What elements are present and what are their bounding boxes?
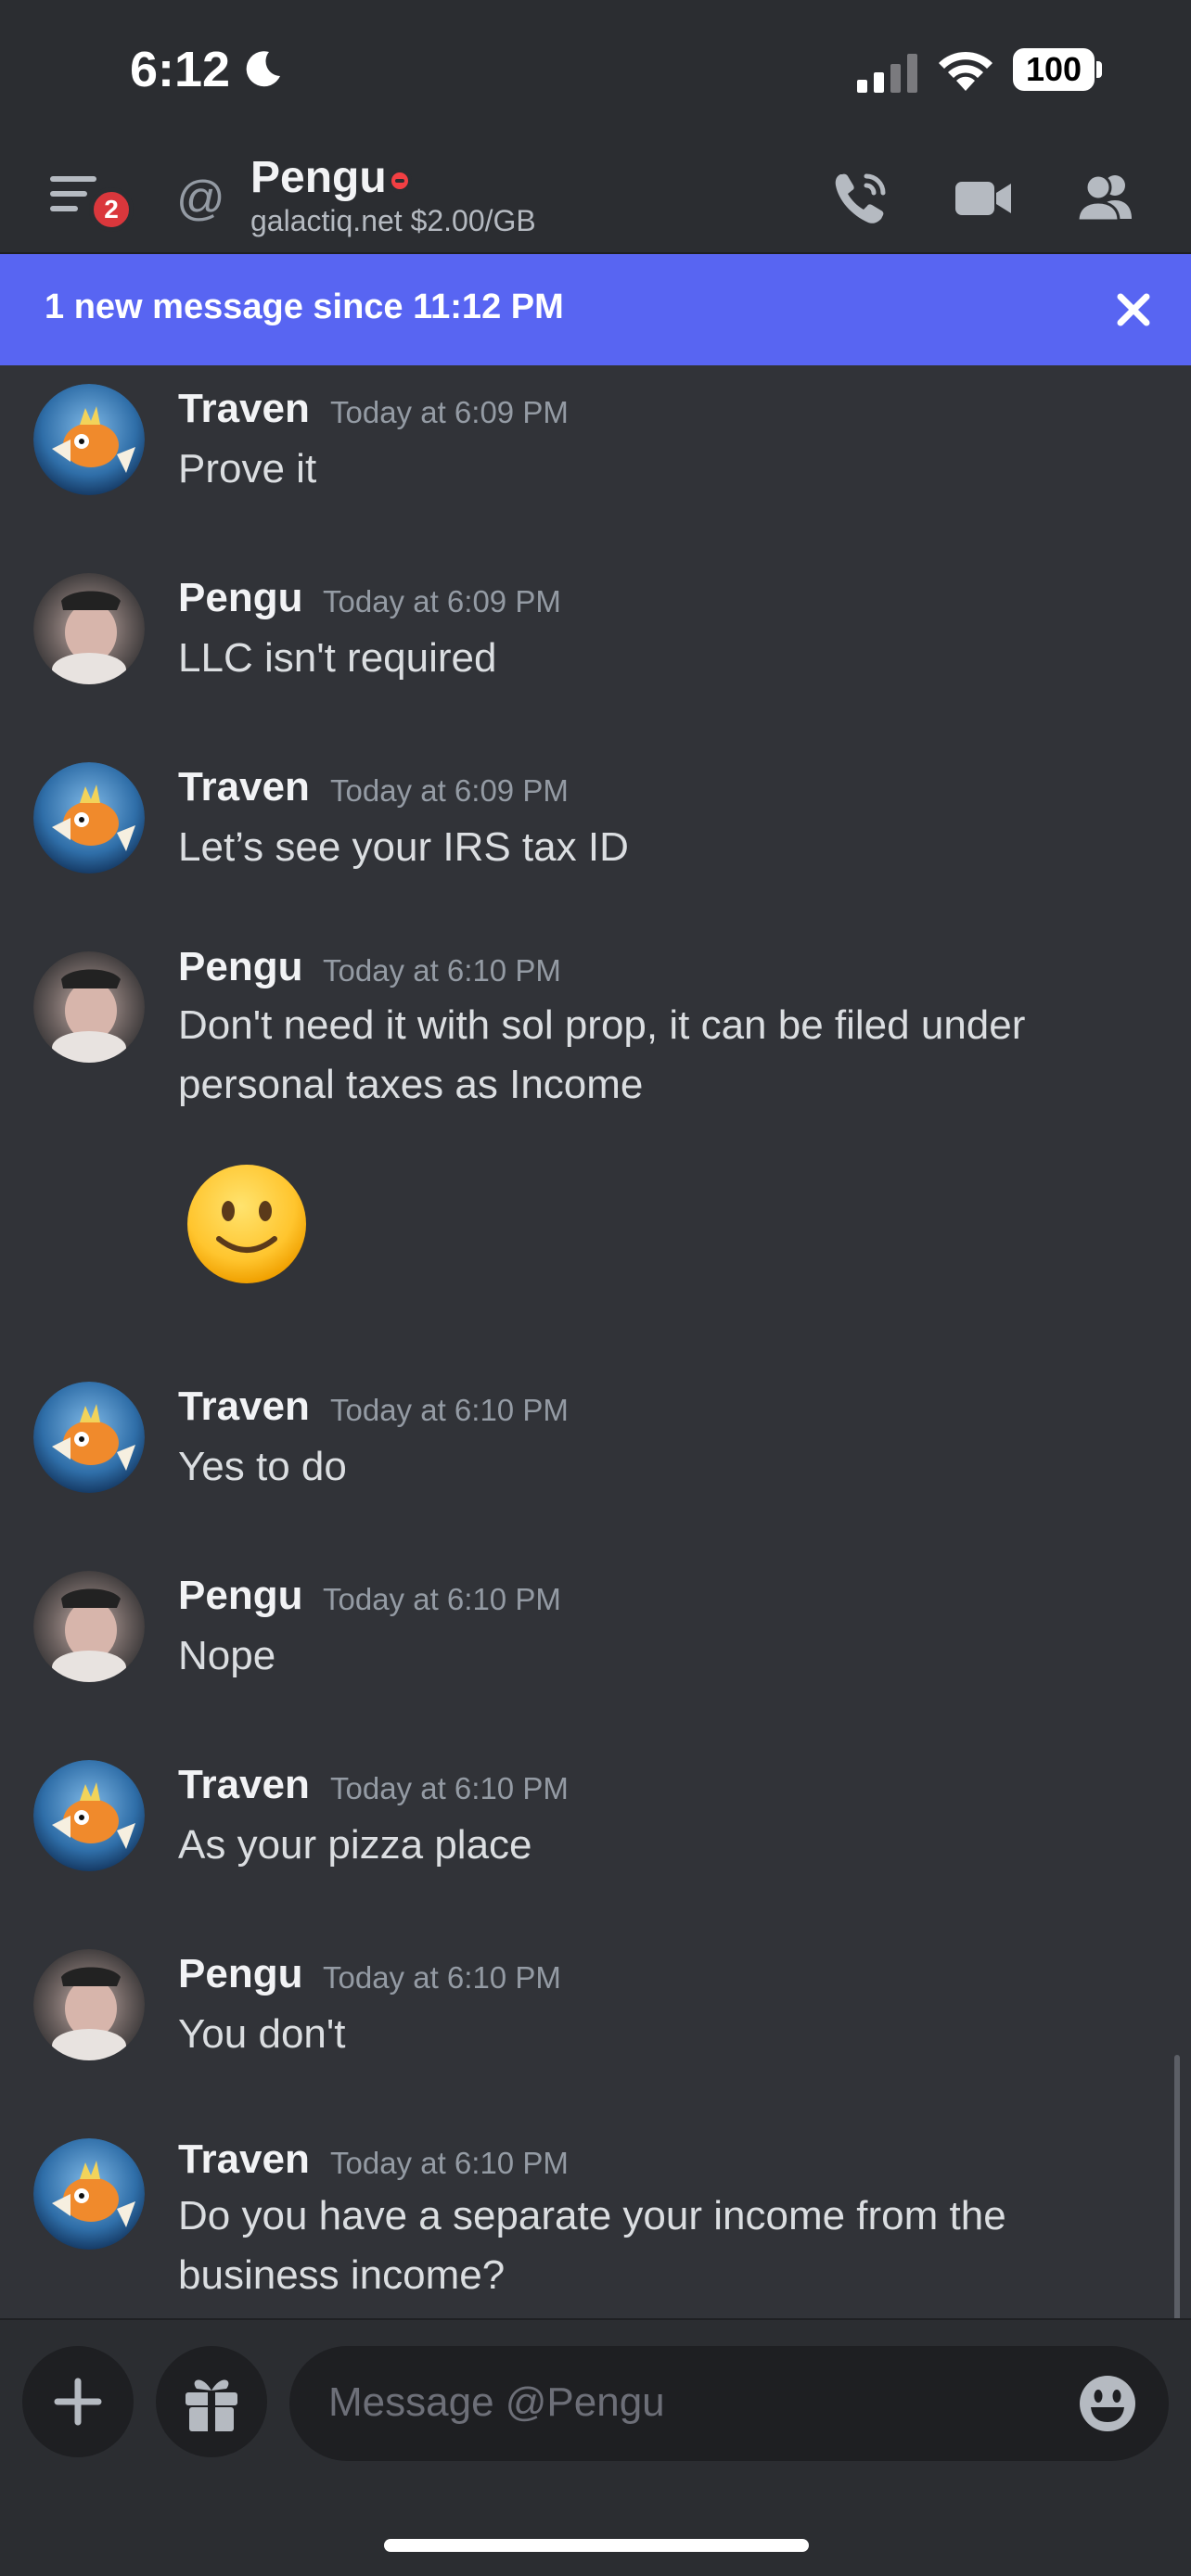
channel-title[interactable]: Pengu	[250, 152, 387, 203]
at-icon: @	[176, 172, 225, 225]
menu-button[interactable]: 2	[48, 167, 141, 241]
cellular-signal-icon	[857, 54, 917, 93]
plus-icon	[54, 2378, 102, 2426]
voice-call-icon[interactable]	[827, 165, 894, 232]
gift-icon	[186, 2379, 237, 2431]
message-composer: Message @Pengu	[0, 2318, 1191, 2576]
wifi-icon	[939, 51, 992, 91]
message-content: You don't	[178, 2011, 346, 2057]
message-author[interactable]: Traven	[178, 1762, 310, 1808]
scrollbar[interactable]	[1174, 2055, 1180, 2318]
do-not-disturb-status-icon	[388, 169, 412, 193]
message-content-line: business income?	[178, 2252, 506, 2298]
unread-badge: 2	[89, 187, 134, 232]
new-messages-banner[interactable]: 1 new message since 11:12 PM	[0, 254, 1191, 365]
message-author[interactable]: Traven	[178, 386, 310, 432]
avatar[interactable]	[33, 1382, 145, 1493]
channel-header: 2 @ Pengu galactiq.net $2.00/GB	[0, 139, 1191, 254]
message-timestamp: Today at 6:10 PM	[330, 1771, 569, 1805]
message-author[interactable]: Pengu	[178, 944, 302, 990]
avatar[interactable]	[33, 951, 145, 1063]
message-content: Nope	[178, 1633, 276, 1678]
status-time: 6:12	[130, 42, 231, 97]
message-content: As your pizza place	[178, 1822, 532, 1868]
add-attachment-button[interactable]	[22, 2346, 134, 2457]
message-content-line: Don't need it with sol prop, it can be f…	[178, 1002, 1026, 1048]
message-timestamp: Today at 6:10 PM	[330, 2146, 569, 2180]
message-timestamp: Today at 6:10 PM	[330, 1393, 569, 1427]
message-timestamp: Today at 6:09 PM	[330, 773, 569, 808]
message-timestamp: Today at 6:09 PM	[330, 395, 569, 429]
message-timestamp: Today at 6:10 PM	[323, 1960, 561, 1995]
message-timestamp: Today at 6:10 PM	[323, 953, 561, 988]
message-author[interactable]: Pengu	[178, 1573, 302, 1619]
avatar[interactable]	[33, 2138, 145, 2250]
avatar[interactable]	[33, 1949, 145, 2060]
battery-level: 100	[1013, 48, 1095, 91]
message-author[interactable]: Pengu	[178, 1951, 302, 1997]
custom-status: galactiq.net $2.00/GB	[250, 204, 536, 237]
battery-icon: 100	[1013, 48, 1102, 91]
message-content: Let’s see your IRS tax ID	[178, 824, 629, 870]
status-bar: 6:12 100	[0, 0, 1191, 139]
new-messages-text: 1 new message since 11:12 PM	[45, 287, 564, 326]
avatar[interactable]	[33, 762, 145, 874]
emoji-picker-icon[interactable]	[1078, 2374, 1137, 2433]
home-indicator[interactable]	[384, 2539, 809, 2552]
message-author[interactable]: Traven	[178, 2136, 310, 2183]
message-content: Prove it	[178, 446, 317, 491]
message-timestamp: Today at 6:10 PM	[323, 1582, 561, 1616]
avatar[interactable]	[33, 573, 145, 684]
avatar[interactable]	[33, 1571, 145, 1682]
slightly-smiling-face-emoji-icon	[187, 1165, 306, 1283]
members-icon[interactable]	[1074, 165, 1141, 232]
message-content-line: personal taxes as Income	[178, 1062, 644, 1107]
message-content: LLC isn't required	[178, 635, 497, 681]
video-call-icon[interactable]	[950, 165, 1017, 232]
moon-icon	[246, 51, 280, 87]
message-list[interactable]: Traven Today at 6:09 PM Prove it Pengu T…	[0, 365, 1191, 2318]
avatar[interactable]	[33, 1760, 145, 1871]
message-content: Yes to do	[178, 1444, 347, 1489]
message-author[interactable]: Traven	[178, 1384, 310, 1430]
message-author[interactable]: Traven	[178, 764, 310, 810]
message-author[interactable]: Pengu	[178, 575, 302, 621]
discord-dm-screen: 6:12 100 2 @ Pengu galactiq.net $2.00/GB…	[0, 0, 1191, 2576]
message-input-placeholder: Message @Pengu	[328, 2379, 665, 2425]
avatar[interactable]	[33, 384, 145, 495]
gift-button[interactable]	[156, 2346, 267, 2457]
message-timestamp: Today at 6:09 PM	[323, 584, 561, 618]
close-icon[interactable]	[1113, 289, 1154, 330]
message-content-line: Do you have a separate your income from …	[178, 2193, 1006, 2238]
message-input[interactable]: Message @Pengu	[289, 2346, 1169, 2461]
